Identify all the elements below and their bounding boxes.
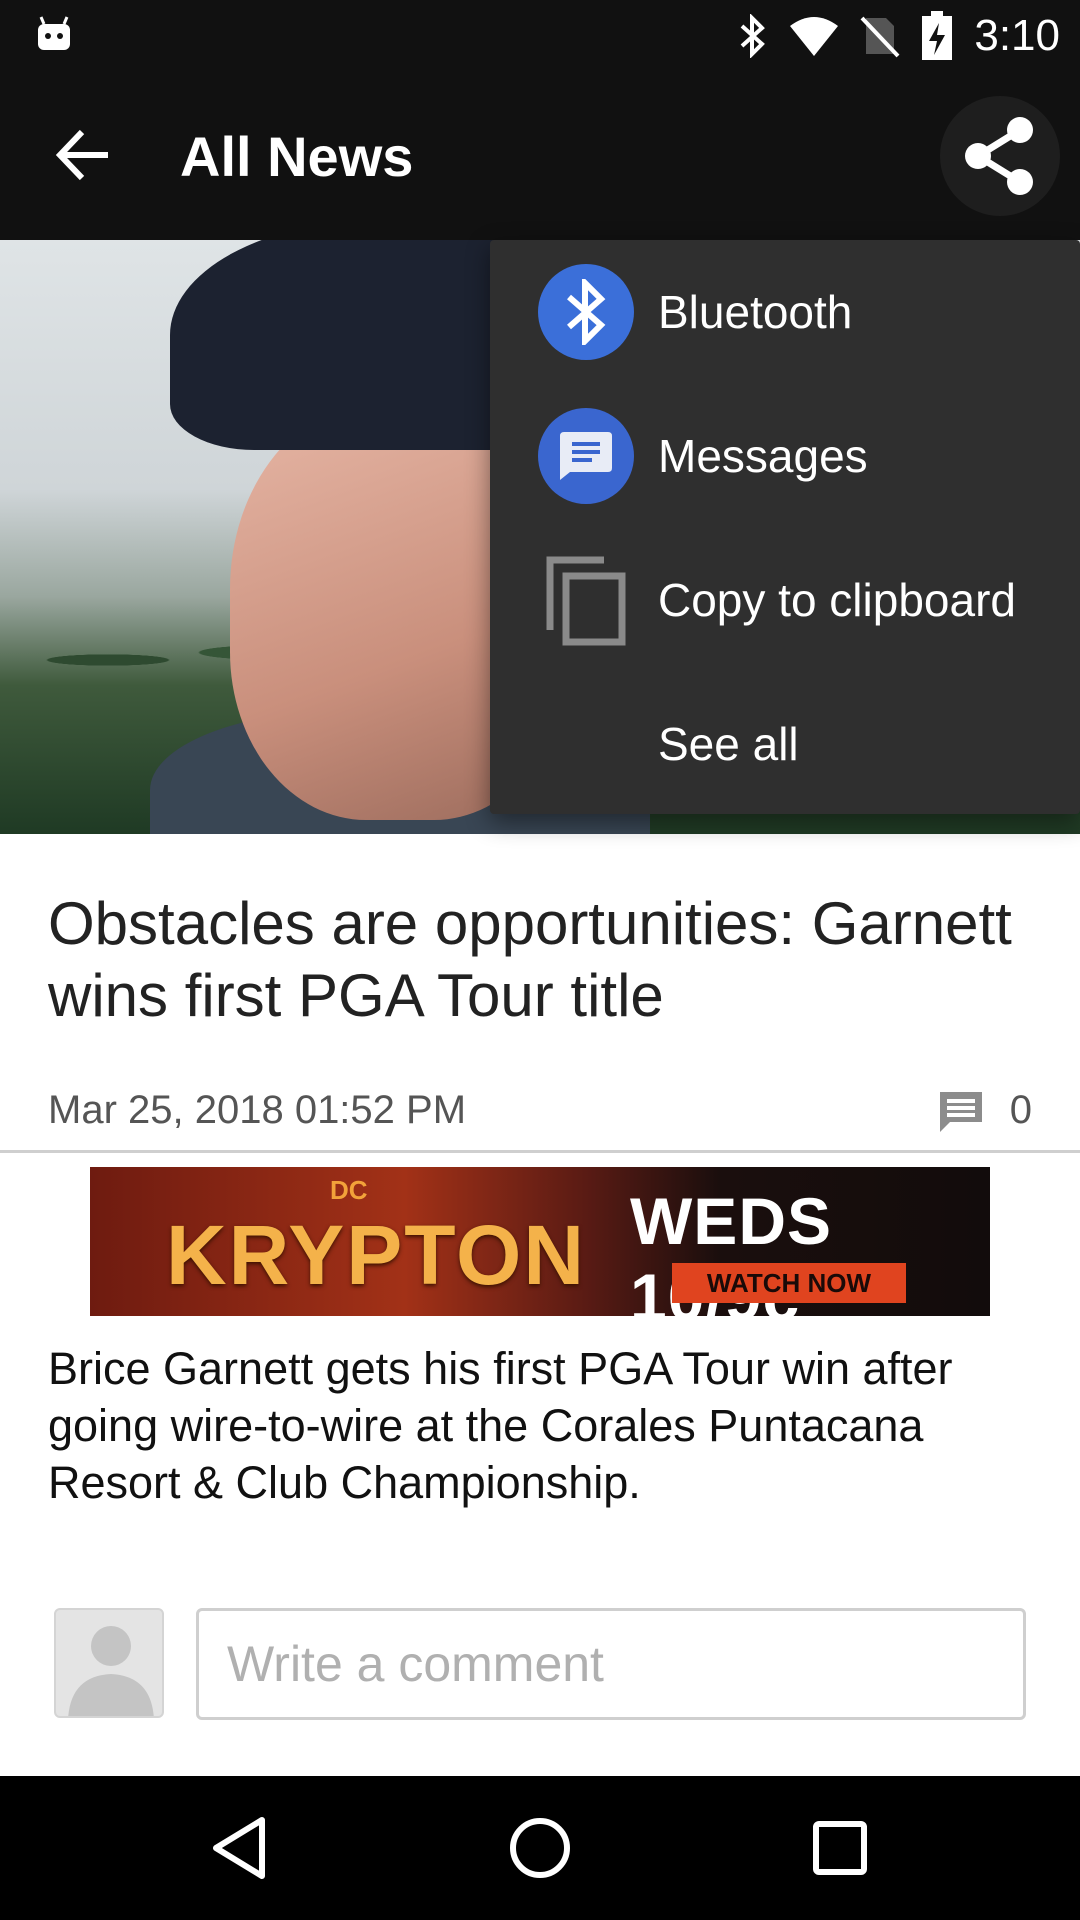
ad-cta[interactable]: WATCH NOW [672,1263,906,1303]
status-bar: 3:10 [0,0,1080,72]
bluetooth-icon [741,14,766,58]
nav-home-button[interactable] [490,1798,590,1898]
navigation-bar [0,1776,1080,1920]
app-bar: All News [0,72,1080,240]
article-headline: Obstacles are opportunities: Garnett win… [48,890,1012,1029]
wifi-icon [790,17,839,56]
divider [0,1150,1080,1153]
article-summary: Brice Garnett gets his first PGA Tour wi… [48,1343,953,1508]
article-meta: Mar 25, 2018 01:52 PM 0 [48,1080,1032,1140]
battery-charging-icon [922,11,953,60]
share-item-copy[interactable]: Copy to clipboard [490,528,1080,672]
comment-input[interactable] [196,1608,1026,1720]
comment-count[interactable]: 0 [1010,1088,1032,1133]
article-date: Mar 25, 2018 01:52 PM [48,1088,467,1132]
share-item-messages[interactable]: Messages [490,384,1080,528]
share-item-label: Copy to clipboard [658,574,1016,626]
ad-brand: DC [330,1175,368,1205]
bluetooth-app-icon [538,264,634,360]
avatar-placeholder-icon [68,1626,154,1716]
copy-icon [546,556,626,646]
share-icon [965,117,1033,195]
share-item-label: See all [658,718,799,770]
ad-title: KRYPTON [166,1208,587,1302]
share-item-bluetooth[interactable]: Bluetooth [490,240,1080,384]
no-sim-icon [860,16,900,58]
android-icon [38,16,70,50]
page-title: All News [180,125,414,188]
square-recents-icon [813,1821,867,1875]
share-menu: Bluetooth Messages Copy to clipboard See… [490,240,1080,814]
circle-home-icon [510,1818,570,1878]
avatar [54,1608,164,1718]
arrow-back-icon[interactable] [50,120,120,190]
nav-back-button[interactable] [190,1798,290,1898]
triangle-back-icon [213,1817,265,1879]
share-item-label: Bluetooth [658,286,853,338]
status-clock: 3:10 [974,11,1060,60]
share-button[interactable] [940,96,1060,216]
comment-icon[interactable] [938,1090,984,1134]
share-item-see-all[interactable]: See all [490,672,1080,816]
nav-recents-button[interactable] [790,1798,890,1898]
ad-banner[interactable]: DC KRYPTON WEDS 10/9c WATCH NOW [90,1167,990,1316]
messages-app-icon [538,408,634,504]
share-item-label: Messages [658,430,868,482]
